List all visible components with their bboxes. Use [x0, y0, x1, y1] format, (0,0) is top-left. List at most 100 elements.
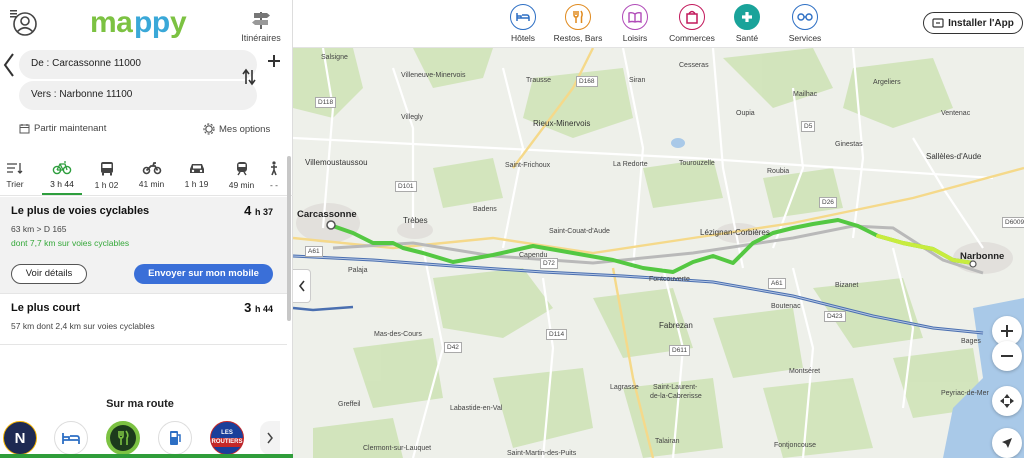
town-label: Villemoustaussou	[305, 158, 368, 167]
town-label: Boutenac	[771, 303, 801, 310]
category-shops[interactable]: Commerces	[661, 4, 723, 43]
itineraries-label: Itinéraires	[241, 33, 281, 43]
category-hotels[interactable]: Hôtels	[492, 4, 554, 43]
route-option-shortest[interactable]: Le plus court 3 h 44 57 km dont 2,4 km s…	[0, 294, 287, 345]
town-label: Salsigne	[321, 54, 348, 61]
road-shield: D114	[546, 329, 568, 340]
category-restaurants[interactable]: Restos, Bars	[547, 4, 609, 43]
les-routiers-icon[interactable]: LES ROUTIERS	[210, 421, 244, 455]
town-label: Saint-Laurent-	[653, 384, 698, 391]
mappy-logo[interactable]: ma pp y	[90, 6, 200, 50]
mode-train-label: 49 min	[228, 180, 255, 190]
fuel-icon[interactable]	[158, 421, 192, 455]
restaurant-icon[interactable]	[106, 421, 140, 455]
sidebar-scrollbar[interactable]	[287, 156, 291, 321]
bottom-strip	[0, 454, 293, 458]
town-label: Cesseras	[679, 62, 709, 69]
from-text: De : Carcassonne 11000	[31, 58, 141, 69]
map[interactable]: Salsigne Villeneuve-Minervois Trausse Si…	[293, 48, 1024, 458]
road-shield: D611	[669, 345, 691, 356]
install-app-label: Installer l'App	[948, 17, 1014, 29]
my-options-button[interactable]: Mes options	[203, 123, 270, 135]
road-shield: D118	[315, 97, 337, 108]
restaurant-icon	[565, 4, 591, 30]
mode-car-label: 1 h 19	[184, 179, 209, 189]
road-shield: D168	[576, 76, 598, 87]
bicycle-icon	[52, 161, 72, 175]
svg-text:pp: pp	[134, 8, 170, 39]
send-to-mobile-button[interactable]: Envoyer sur mon mobile	[134, 264, 273, 284]
mode-bus[interactable]: 1 h 02	[84, 156, 129, 195]
app: ma pp y Itinéraires De : Carcassonne 110…	[0, 0, 1024, 458]
user-account-icon[interactable]	[8, 8, 38, 38]
town-label: Carcassonne	[297, 209, 357, 220]
road-shield: D26	[819, 197, 837, 208]
sort-button[interactable]: Trier	[0, 156, 30, 195]
category-label: Loisirs	[622, 33, 648, 43]
depart-now-label: Partir maintenant	[34, 123, 107, 134]
poi-next-chevron-icon[interactable]	[260, 421, 280, 455]
category-bar: Hôtels Restos, Bars Loisirs Commerces Sa…	[293, 0, 1024, 48]
mode-motorbike-label: 41 min	[138, 179, 165, 189]
town-label: Fontcouverte	[649, 276, 690, 283]
route-cycle-lanes: dont 7,7 km sur voies cyclables	[11, 238, 130, 248]
from-field[interactable]: De : Carcassonne 11000	[19, 50, 257, 79]
route-duration: 3 h 44	[244, 300, 273, 315]
walk-icon	[271, 161, 277, 176]
logo-n-icon[interactable]: N	[3, 421, 37, 455]
route-duration-hours: 3	[244, 300, 252, 315]
town-label: La Redorte	[613, 161, 648, 168]
sidebar: ma pp y Itinéraires De : Carcassonne 110…	[0, 0, 293, 458]
locate-arrow-icon	[1002, 438, 1012, 448]
depart-now-button[interactable]: Partir maintenant	[19, 123, 106, 134]
town-label: Rieux-Minervois	[533, 119, 591, 128]
town-label: Bages	[961, 338, 981, 345]
train-icon	[236, 162, 247, 176]
mode-bike[interactable]: 3 h 44	[40, 156, 84, 195]
map-pan-button[interactable]	[992, 386, 1022, 416]
itineraries-button[interactable]: Itinéraires	[238, 10, 284, 43]
route-duration: 4 h 37	[244, 203, 273, 218]
town-label: Saint-Frichoux	[505, 162, 551, 169]
town-label: Mailhac	[793, 91, 818, 98]
locate-me-button[interactable]	[992, 428, 1022, 458]
mode-car[interactable]: 1 h 19	[174, 156, 219, 195]
calendar-icon	[19, 124, 30, 134]
plus-icon	[1001, 325, 1013, 337]
town-label: Peyriac-de-Mer	[941, 390, 989, 397]
transport-modes: Trier 3 h 44 1 h 02 41 min 1 h 19 49 min…	[0, 156, 293, 196]
town-label: Villegly	[401, 114, 424, 121]
add-waypoint-icon[interactable]	[265, 52, 283, 70]
route-distance: 57 km dont 2,4 km sur voies cyclables	[11, 321, 155, 331]
collapse-sidebar-button[interactable]	[293, 269, 311, 303]
hotel-bed-icon[interactable]	[54, 421, 88, 455]
see-details-button[interactable]: Voir détails	[11, 264, 87, 284]
town-label: Siran	[629, 77, 646, 84]
shopping-icon	[679, 4, 705, 30]
category-services[interactable]: Services	[774, 4, 836, 43]
route-duration-hours: 4	[244, 203, 252, 218]
back-chevron-icon[interactable]	[2, 50, 16, 80]
mode-motorbike[interactable]: 41 min	[129, 156, 174, 195]
zoom-out-button[interactable]	[992, 341, 1022, 371]
chevron-left-icon	[298, 280, 305, 292]
category-label: Santé	[735, 33, 759, 43]
town-label: Oupia	[736, 110, 755, 117]
to-field[interactable]: Vers : Narbonne 11100	[19, 81, 257, 110]
pan-arrows-icon	[1000, 394, 1014, 408]
mode-bike-label: 3 h 44	[50, 179, 74, 189]
town-label: Sallèles-d'Aude	[926, 152, 982, 161]
road-shield: A61	[305, 246, 323, 257]
on-route-title: Sur ma route	[106, 398, 174, 410]
my-options-label: Mes options	[219, 123, 271, 135]
install-app-button[interactable]: Installer l'App	[923, 12, 1023, 34]
town-label: Tourouzelle	[679, 160, 715, 167]
minus-icon	[1001, 355, 1013, 357]
svg-text:ma: ma	[90, 8, 133, 39]
mode-walk[interactable]: - -	[264, 156, 284, 195]
swap-icon[interactable]	[240, 66, 258, 88]
category-leisure[interactable]: Loisirs	[604, 4, 666, 43]
category-health[interactable]: Santé	[716, 4, 778, 43]
mode-walk-label: - -	[269, 180, 279, 190]
mode-train[interactable]: 49 min	[219, 156, 264, 195]
